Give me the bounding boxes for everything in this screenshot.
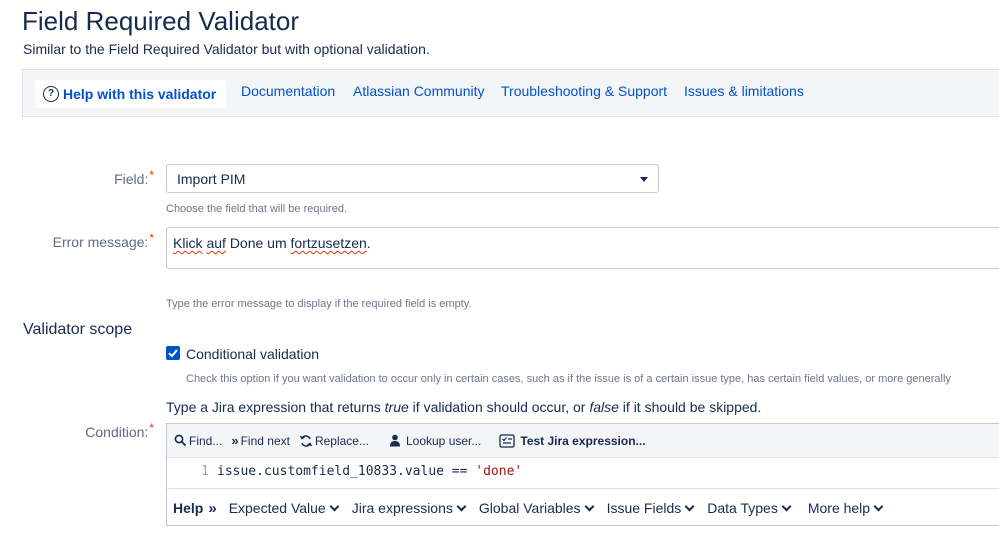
conditional-validation-checkbox[interactable] bbox=[166, 346, 180, 360]
condition-label: Condition:* bbox=[85, 421, 154, 440]
test-expression-icon bbox=[499, 433, 516, 448]
condition-description: Type a Jira expression that returns true… bbox=[166, 399, 762, 415]
help-menu-label: Help » bbox=[173, 499, 217, 517]
editor-toolbar: Find... » Find next Replace... Lookup us… bbox=[167, 424, 999, 458]
data-types-dropdown[interactable]: Data Types bbox=[707, 500, 792, 516]
find-button[interactable]: Find... bbox=[174, 434, 222, 448]
refresh-icon bbox=[299, 434, 313, 447]
field-hint: Choose the field that will be required. bbox=[166, 203, 347, 215]
question-circle-icon: ? bbox=[43, 86, 59, 102]
issue-fields-dropdown[interactable]: Issue Fields bbox=[607, 500, 695, 516]
chevron-down-icon bbox=[456, 501, 467, 511]
chevron-down-icon bbox=[584, 501, 595, 511]
issues-limitations-link[interactable]: Issues & limitations bbox=[684, 83, 804, 99]
page-subtitle: Similar to the Field Required Validator … bbox=[23, 41, 430, 57]
checkmark-icon bbox=[168, 349, 178, 358]
help-bar: ? Help with this validator Documentation… bbox=[22, 69, 999, 117]
user-icon bbox=[389, 434, 400, 447]
code-line[interactable]: 1 issue.customfield_10833.value == 'done… bbox=[167, 458, 999, 488]
conditional-validation-label[interactable]: Conditional validation bbox=[186, 346, 319, 362]
documentation-link[interactable]: Documentation bbox=[241, 83, 335, 99]
field-select-value: Import PIM bbox=[177, 171, 246, 187]
chevron-down-icon bbox=[781, 501, 792, 511]
line-number: 1 bbox=[201, 464, 209, 479]
expected-value-dropdown[interactable]: Expected Value bbox=[229, 500, 340, 516]
test-jira-expression-button[interactable]: Test Jira expression... bbox=[499, 433, 646, 448]
error-message-input[interactable]: Klick auf Done um fortzusetzen. bbox=[166, 227, 999, 269]
more-help-dropdown[interactable]: More help bbox=[808, 500, 884, 516]
chevron-down-icon bbox=[329, 501, 340, 511]
jira-expressions-dropdown[interactable]: Jira expressions bbox=[352, 500, 467, 516]
search-icon bbox=[174, 434, 187, 447]
field-label: Field:* bbox=[114, 168, 154, 187]
double-chevron-right-icon: » bbox=[231, 433, 239, 448]
caret-down-icon bbox=[640, 177, 648, 182]
chevron-down-icon bbox=[873, 501, 884, 511]
help-button-label: Help with this validator bbox=[63, 86, 217, 102]
replace-button[interactable]: Replace... bbox=[299, 434, 369, 448]
conditional-validation-hint: Check this option if you want validation… bbox=[186, 373, 951, 385]
condition-editor[interactable]: Find... » Find next Replace... Lookup us… bbox=[166, 423, 999, 526]
error-message-label: Error message:* bbox=[52, 231, 154, 250]
field-select[interactable]: Import PIM bbox=[166, 164, 659, 193]
chevron-down-icon bbox=[684, 501, 695, 511]
atlassian-community-link[interactable]: Atlassian Community bbox=[353, 83, 485, 99]
lookup-user-button[interactable]: Lookup user... bbox=[389, 434, 481, 448]
double-chevron-right-icon: » bbox=[208, 499, 217, 517]
find-next-button[interactable]: » Find next bbox=[231, 433, 290, 448]
code-text[interactable]: issue.customfield_10833.value == 'done' bbox=[217, 458, 522, 486]
page-title: Field Required Validator bbox=[22, 6, 299, 36]
editor-help-menu: Help » Expected Value Jira expressions G… bbox=[167, 488, 999, 527]
troubleshooting-support-link[interactable]: Troubleshooting & Support bbox=[501, 83, 667, 99]
error-message-hint: Type the error message to display if the… bbox=[166, 298, 472, 310]
validator-scope-title: Validator scope bbox=[23, 321, 133, 338]
global-variables-dropdown[interactable]: Global Variables bbox=[479, 500, 595, 516]
help-with-validator-button[interactable]: ? Help with this validator bbox=[35, 80, 227, 108]
